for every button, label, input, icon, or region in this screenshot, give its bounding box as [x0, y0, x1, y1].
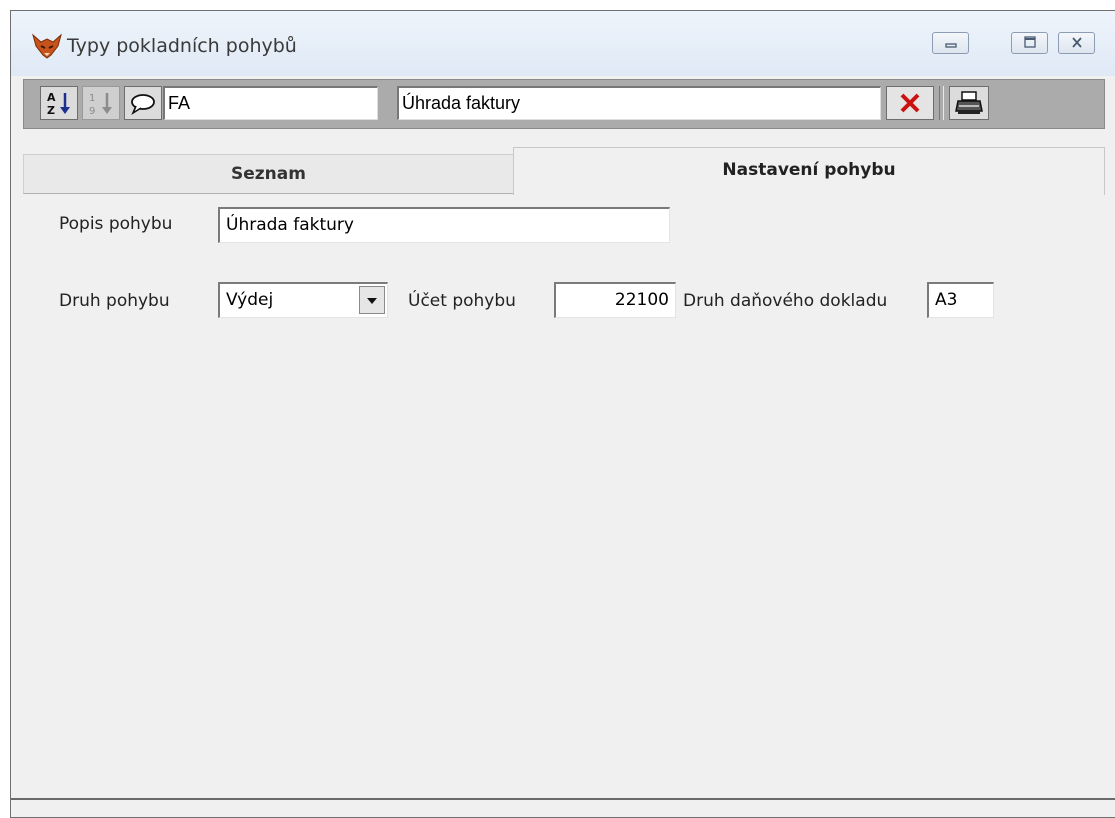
tab-seznam[interactable]: Seznam [23, 154, 514, 194]
window-title: Typy pokladních pohybů [67, 35, 297, 57]
minimize-button[interactable] [932, 32, 969, 54]
print-button[interactable] [949, 86, 989, 120]
druh-pohybu-label: Druh pohybu [59, 291, 170, 311]
print-icon [950, 91, 988, 123]
svg-text:Z: Z [47, 104, 55, 117]
sort-az-button[interactable]: A Z [40, 86, 78, 120]
restore-icon [1012, 33, 1047, 53]
app-window: Typy pokladních pohybů A Z 1 9 FA Úhrada… [10, 10, 1115, 818]
description-field[interactable]: Úhrada faktury [397, 86, 881, 120]
comment-button[interactable] [124, 86, 162, 120]
svg-text:A: A [47, 91, 56, 104]
tab-nastaveni-pohybu[interactable]: Nastavení pohybu [513, 147, 1105, 195]
status-divider [11, 798, 1115, 800]
app-fox-icon [31, 33, 63, 59]
toolbar: A Z 1 9 FA Úhrada faktury [23, 79, 1105, 129]
svg-text:9: 9 [89, 106, 95, 117]
druh-danoveho-dokladu-input[interactable]: A3 [927, 282, 994, 318]
close-button[interactable] [1058, 32, 1095, 54]
tab-strip: Seznam Nastavení pohybu [23, 147, 1105, 195]
druh-pohybu-dropdown-button[interactable] [359, 286, 385, 314]
druh-pohybu-value: Výdej [226, 290, 274, 310]
minimize-icon [933, 33, 968, 53]
sort-numeric-icon: 1 9 [83, 93, 119, 123]
popis-pohybu-label: Popis pohybu [59, 214, 173, 234]
sort-az-icon: A Z [41, 91, 77, 123]
ucet-pohybu-label: Účet pohybu [408, 291, 516, 311]
close-icon [1059, 33, 1094, 53]
popis-pohybu-input[interactable]: Úhrada faktury [218, 207, 670, 243]
druh-danoveho-dokladu-label: Druh daňového dokladu [683, 291, 888, 311]
title-bar: Typy pokladních pohybů [11, 11, 1115, 76]
restore-button[interactable] [1011, 32, 1048, 54]
comment-icon [125, 94, 161, 123]
druh-pohybu-select[interactable]: Výdej [218, 282, 388, 318]
delete-x-icon [887, 93, 933, 123]
sort-numeric-button[interactable]: 1 9 [82, 86, 120, 120]
dropdown-arrow-icon [360, 298, 384, 317]
toolbar-separator [939, 86, 944, 120]
delete-button[interactable] [886, 86, 934, 120]
ucet-pohybu-input[interactable]: 22100 [554, 282, 676, 318]
code-field[interactable]: FA [163, 86, 378, 120]
svg-text:1: 1 [89, 93, 95, 104]
